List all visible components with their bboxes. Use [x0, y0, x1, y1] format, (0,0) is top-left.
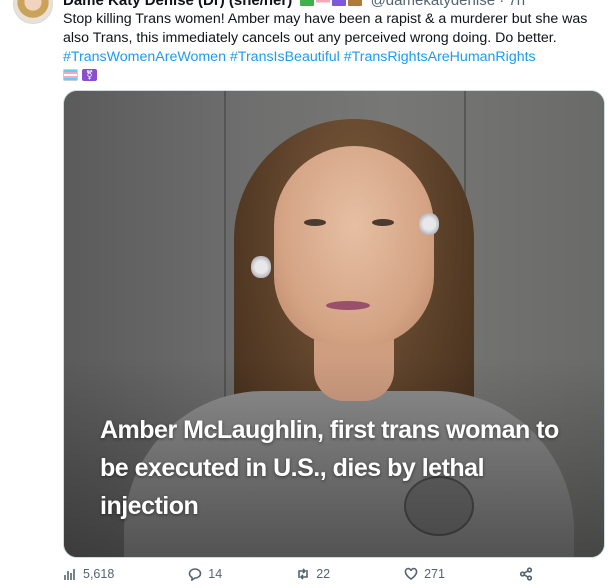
tweet-media[interactable]: Amber McLaughlin, first trans woman to b…	[63, 90, 605, 558]
heart-icon	[404, 567, 418, 580]
photo-eye	[304, 219, 326, 226]
share-button[interactable]	[519, 564, 533, 584]
tweet-text: Stop killing Trans women! Amber may have…	[63, 10, 608, 81]
photo-mouth	[326, 301, 370, 310]
tweet-header: Dame Katy Denise (Dr) (she/her) @damekat…	[63, 0, 613, 8]
flag-emojis	[300, 0, 363, 7]
reply-icon	[188, 568, 202, 581]
hashtag-link[interactable]: #TransRightsAreHumanRights	[344, 49, 536, 65]
views-button[interactable]: 5,618	[63, 564, 114, 584]
share-icon	[519, 567, 533, 581]
photo-eye	[372, 219, 394, 226]
flag-icon	[300, 0, 315, 7]
hair-clip	[419, 213, 439, 235]
author-name[interactable]: Dame Katy Denise (Dr) (she/her)	[63, 0, 292, 8]
hashtag-link[interactable]: #TransWomenAreWomen	[63, 49, 226, 65]
trans-flag-icon	[63, 69, 78, 81]
tweet-actions: 5,618 14 22 271	[63, 564, 533, 584]
hashtag-link[interactable]: #TransIsBeautiful	[230, 49, 340, 65]
flag-icon	[348, 0, 363, 7]
retweet-icon	[298, 568, 308, 580]
emoji-row: ⚧	[63, 69, 608, 81]
views-count: 5,618	[83, 567, 115, 581]
retweet-count: 22	[316, 567, 331, 581]
media-headline: Amber McLaughlin, first trans woman to b…	[100, 416, 559, 520]
flag-icon	[316, 0, 331, 7]
like-button[interactable]: 271	[404, 564, 445, 584]
author-avatar[interactable]	[13, 0, 53, 24]
author-handle[interactable]: @damekatydenise · 7h	[371, 0, 525, 8]
tweet-body: Stop killing Trans women! Amber may have…	[63, 11, 588, 46]
retweet-button[interactable]: 22	[296, 564, 330, 584]
hair-clip	[251, 256, 271, 278]
photo-face	[274, 146, 434, 346]
like-count: 271	[424, 567, 445, 581]
reply-count: 14	[208, 567, 223, 581]
reply-button[interactable]: 14	[188, 564, 222, 584]
flag-icon	[332, 0, 347, 7]
transgender-symbol-icon: ⚧	[82, 69, 97, 81]
analytics-icon	[64, 569, 75, 580]
